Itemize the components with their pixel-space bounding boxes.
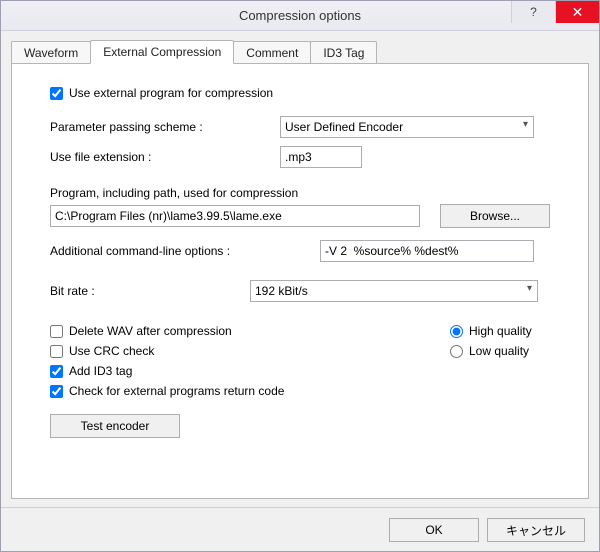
tab-waveform[interactable]: Waveform — [11, 41, 91, 64]
test-encoder-button[interactable]: Test encoder — [50, 414, 180, 438]
close-button[interactable]: ✕ — [555, 1, 599, 23]
low-quality-row: Low quality — [450, 344, 550, 358]
low-quality-radio[interactable] — [450, 345, 463, 358]
param-scheme-select[interactable] — [280, 116, 534, 138]
window-controls: ? ✕ — [511, 1, 599, 23]
dialog-window: Compression options ? ✕ Waveform Externa… — [0, 0, 600, 552]
delete-wav-label: Delete WAV after compression — [69, 324, 232, 338]
program-label: Program, including path, used for compre… — [50, 186, 550, 200]
file-ext-row: Use file extension : — [50, 146, 550, 168]
browse-button[interactable]: Browse... — [440, 204, 550, 228]
use-crc-row: Use CRC check — [50, 344, 330, 358]
tab-external-compression[interactable]: External Compression — [90, 40, 234, 64]
file-ext-input[interactable] — [280, 146, 362, 168]
program-row: Browse... — [50, 204, 550, 228]
param-scheme-row: Parameter passing scheme : — [50, 116, 550, 138]
bitrate-label: Bit rate : — [50, 284, 250, 298]
cancel-button[interactable]: キャンセル — [487, 518, 585, 542]
check-return-checkbox[interactable] — [50, 385, 63, 398]
use-crc-label: Use CRC check — [69, 344, 154, 358]
cmd-opts-row: Additional command-line options : — [50, 240, 550, 262]
add-id3-checkbox[interactable] — [50, 365, 63, 378]
delete-wav-checkbox[interactable] — [50, 325, 63, 338]
add-id3-row: Add ID3 tag — [50, 364, 330, 378]
cmd-opts-label: Additional command-line options : — [50, 244, 320, 258]
tab-id3-tag[interactable]: ID3 Tag — [310, 41, 377, 64]
use-external-row: Use external program for compression — [50, 86, 550, 100]
dialog-footer: OK キャンセル — [1, 507, 599, 551]
high-quality-radio[interactable] — [450, 325, 463, 338]
add-id3-label: Add ID3 tag — [69, 364, 132, 378]
high-quality-label: High quality — [469, 324, 532, 338]
tab-strip: Waveform External Compression Comment ID… — [1, 31, 599, 63]
options-right: High quality Low quality — [330, 324, 550, 404]
ok-button[interactable]: OK — [389, 518, 479, 542]
options-columns: Delete WAV after compression Use CRC che… — [50, 324, 550, 404]
help-button[interactable]: ? — [511, 1, 555, 23]
tab-panel-external: Use external program for compression Par… — [11, 63, 589, 499]
use-external-label: Use external program for compression — [69, 86, 273, 100]
file-ext-label: Use file extension : — [50, 150, 280, 164]
check-return-row: Check for external programs return code — [50, 384, 330, 398]
use-external-checkbox[interactable] — [50, 87, 63, 100]
high-quality-row: High quality — [450, 324, 550, 338]
titlebar: Compression options ? ✕ — [1, 1, 599, 31]
check-return-label: Check for external programs return code — [69, 384, 284, 398]
use-crc-checkbox[interactable] — [50, 345, 63, 358]
param-scheme-label: Parameter passing scheme : — [50, 120, 280, 134]
options-left: Delete WAV after compression Use CRC che… — [50, 324, 330, 404]
tab-comment[interactable]: Comment — [233, 41, 311, 64]
program-path-input[interactable] — [50, 205, 420, 227]
low-quality-label: Low quality — [469, 344, 529, 358]
cmd-opts-input[interactable] — [320, 240, 534, 262]
window-title: Compression options — [1, 8, 599, 23]
bitrate-select[interactable] — [250, 280, 538, 302]
delete-wav-row: Delete WAV after compression — [50, 324, 330, 338]
bitrate-row: Bit rate : — [50, 280, 550, 302]
